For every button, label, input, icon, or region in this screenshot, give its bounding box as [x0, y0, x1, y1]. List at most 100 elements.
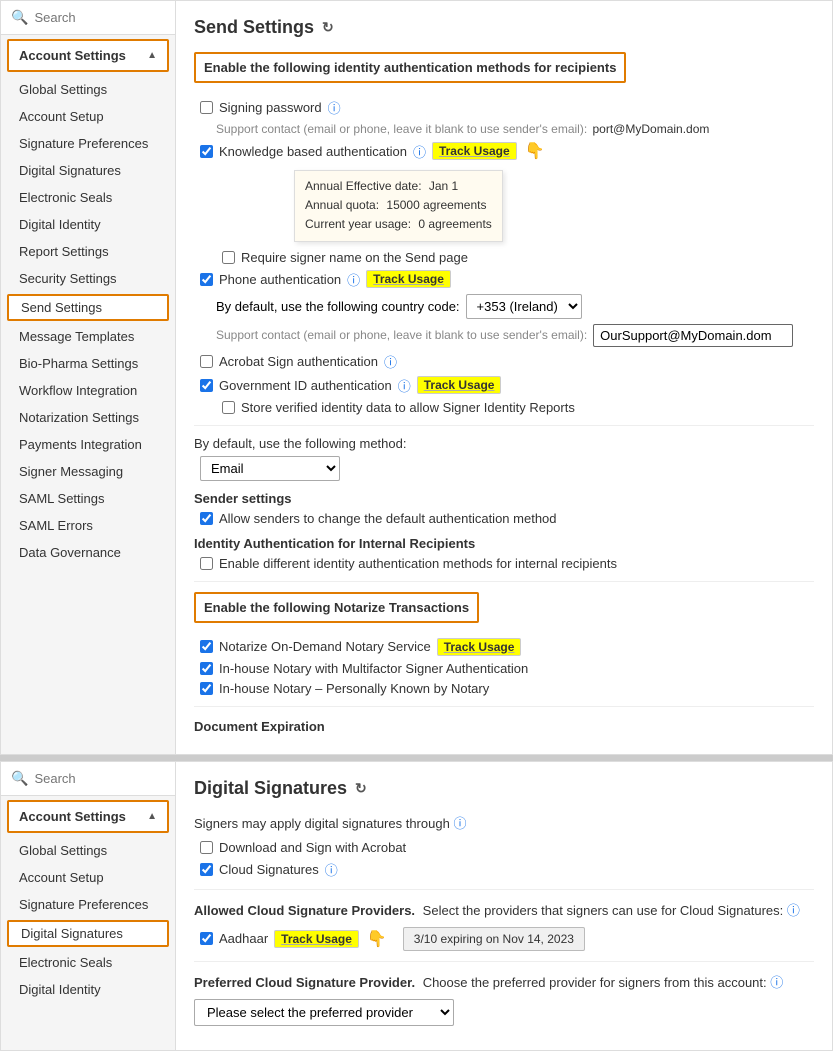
- search-bar-bottom[interactable]: 🔍: [1, 762, 175, 796]
- sidebar-item-sig-prefs-b[interactable]: Signature Preferences: [1, 891, 175, 918]
- signers-apply-help-icon[interactable]: ⓘ: [453, 816, 466, 831]
- sidebar-item-global-settings-b[interactable]: Global Settings: [1, 837, 175, 864]
- tooltip-annual-quota: Annual quota: 15000 agreements: [305, 196, 492, 215]
- sidebar-item-message-templates[interactable]: Message Templates: [1, 323, 175, 350]
- sidebar-item-bio-pharma[interactable]: Bio-Pharma Settings: [1, 350, 175, 377]
- sidebar-item-account-setup-b[interactable]: Account Setup: [1, 864, 175, 891]
- search-input-top[interactable]: [34, 10, 165, 25]
- sidebar-item-signature-preferences[interactable]: Signature Preferences: [1, 130, 175, 157]
- sidebar-item-notarization-settings[interactable]: Notarization Settings: [1, 404, 175, 431]
- inhouse-personal-label: In-house Notary – Personally Known by No…: [219, 681, 489, 696]
- search-input-bottom[interactable]: [34, 771, 165, 786]
- aadhaar-checkbox[interactable]: [200, 932, 213, 945]
- sidebar-item-global-settings[interactable]: Global Settings: [1, 76, 175, 103]
- sidebar-item-electronic-seals-b[interactable]: Electronic Seals: [1, 949, 175, 976]
- kba-checkbox[interactable]: [200, 145, 213, 158]
- acrobat-sign-checkbox[interactable]: [200, 355, 213, 368]
- signing-password-checkbox[interactable]: [200, 101, 213, 114]
- nav-group-top: Account Settings ▲ Global Settings Accou…: [1, 39, 175, 566]
- gov-id-track-usage-btn[interactable]: Track Usage: [417, 376, 502, 394]
- sidebar-item-signer-messaging[interactable]: Signer Messaging: [1, 458, 175, 485]
- sidebar-item-security-settings[interactable]: Security Settings: [1, 265, 175, 292]
- sidebar-item-payments-integration[interactable]: Payments Integration: [1, 431, 175, 458]
- sidebar-item-workflow-integration[interactable]: Workflow Integration: [1, 377, 175, 404]
- preferred-provider-bold: Preferred Cloud Signature Provider.: [194, 975, 415, 990]
- sidebar-item-send-settings[interactable]: Send Settings: [7, 294, 169, 321]
- allow-senders-label: Allow senders to change the default auth…: [219, 511, 557, 526]
- sidebar-item-saml-settings[interactable]: SAML Settings: [1, 485, 175, 512]
- cloud-sig-help-icon[interactable]: ⓘ: [325, 860, 338, 879]
- kba-tooltip: Annual Effective date: Jan 1 Annual quot…: [294, 170, 503, 242]
- sidebar-item-report-settings[interactable]: Report Settings: [1, 238, 175, 265]
- sidebar-item-electronic-seals[interactable]: Electronic Seals: [1, 184, 175, 211]
- preferred-provider-select[interactable]: Please select the preferred provider: [194, 999, 454, 1026]
- account-settings-label-bottom: Account Settings: [19, 809, 126, 824]
- chevron-up-icon-bottom: ▲: [147, 811, 157, 822]
- signers-apply-row: Signers may apply digital signatures thr…: [194, 813, 814, 832]
- inhouse-personal-checkbox[interactable]: [200, 682, 213, 695]
- refresh-icon[interactable]: ↻: [322, 19, 334, 36]
- notarize-demand-checkbox[interactable]: [200, 640, 213, 653]
- store-verified-checkbox[interactable]: [222, 401, 235, 414]
- phone-auth-checkbox[interactable]: [200, 273, 213, 286]
- allowed-providers-section: Allowed Cloud Signature Providers. Selec…: [194, 900, 814, 919]
- gov-id-help-icon[interactable]: ⓘ: [398, 376, 411, 395]
- sidebar-item-data-governance[interactable]: Data Governance: [1, 539, 175, 566]
- require-signer-row: Require signer name on the Send page: [222, 250, 814, 265]
- kba-help-icon[interactable]: ⓘ: [413, 142, 426, 161]
- account-settings-header-bottom[interactable]: Account Settings ▲: [7, 800, 169, 833]
- tooltip-annual-effective: Annual Effective date: Jan 1: [305, 177, 492, 196]
- phone-track-usage-btn[interactable]: Track Usage: [366, 270, 451, 288]
- aadhaar-track-usage-btn[interactable]: Track Usage: [274, 930, 359, 948]
- phone-auth-help-icon[interactable]: ⓘ: [347, 270, 360, 289]
- download-sign-row: Download and Sign with Acrobat: [200, 840, 814, 855]
- acrobat-sign-label: Acrobat Sign authentication: [219, 354, 378, 369]
- account-settings-header[interactable]: Account Settings ▲: [7, 39, 169, 72]
- sidebar-item-digital-sigs-b[interactable]: Digital Signatures: [7, 920, 169, 947]
- gov-id-checkbox[interactable]: [200, 379, 213, 392]
- enable-internal-checkbox[interactable]: [200, 557, 213, 570]
- sidebar-item-account-setup[interactable]: Account Setup: [1, 103, 175, 130]
- search-bar-top[interactable]: 🔍: [1, 1, 175, 35]
- inhouse-multi-checkbox[interactable]: [200, 662, 213, 675]
- sidebar-item-saml-errors[interactable]: SAML Errors: [1, 512, 175, 539]
- section-identity-auth: Enable the following identity authentica…: [194, 52, 626, 83]
- default-method-select[interactable]: Email: [200, 456, 340, 481]
- acrobat-sign-row: Acrobat Sign authentication ⓘ: [200, 352, 814, 371]
- preferred-provider-section: Preferred Cloud Signature Provider. Choo…: [194, 972, 814, 991]
- aadhaar-row: Aadhaar Track Usage 👇 3/10 expiring on N…: [200, 927, 814, 951]
- require-signer-label: Require signer name on the Send page: [241, 250, 468, 265]
- gov-id-label: Government ID authentication: [219, 378, 392, 393]
- kba-track-usage-btn[interactable]: Track Usage: [432, 142, 517, 160]
- signing-password-help-icon[interactable]: ⓘ: [328, 98, 341, 117]
- cloud-sig-row: Cloud Signatures ⓘ: [200, 860, 814, 879]
- country-code-label: By default, use the following country co…: [216, 299, 460, 314]
- allowed-providers-help-icon[interactable]: ⓘ: [787, 903, 800, 918]
- cursor-icon: 👇: [525, 141, 545, 161]
- sidebar-item-digital-identity-b[interactable]: Digital Identity: [1, 976, 175, 1003]
- country-code-select[interactable]: +353 (Ireland): [466, 294, 582, 319]
- signing-password-label: Signing password: [219, 100, 322, 115]
- require-signer-checkbox[interactable]: [222, 251, 235, 264]
- internal-recipients-heading: Identity Authentication for Internal Rec…: [194, 536, 814, 551]
- allow-senders-checkbox[interactable]: [200, 512, 213, 525]
- doc-expiration-label: Document Expiration: [194, 719, 814, 734]
- page-title-digital-signatures: Digital Signatures ↻: [194, 778, 814, 799]
- notarize-track-usage-btn[interactable]: Track Usage: [437, 638, 522, 656]
- enable-internal-label: Enable different identity authentication…: [219, 556, 617, 571]
- support-contact2-input[interactable]: [593, 324, 793, 347]
- allowed-providers-bold: Allowed Cloud Signature Providers.: [194, 903, 415, 918]
- sidebar-item-digital-signatures[interactable]: Digital Signatures: [1, 157, 175, 184]
- cloud-sig-checkbox[interactable]: [200, 863, 213, 876]
- nav-group-bottom: Account Settings ▲ Global Settings Accou…: [1, 800, 175, 1003]
- preferred-provider-help-icon[interactable]: ⓘ: [770, 975, 783, 990]
- acrobat-sign-help-icon[interactable]: ⓘ: [384, 352, 397, 371]
- account-settings-label: Account Settings: [19, 48, 126, 63]
- inhouse-personal-row: In-house Notary – Personally Known by No…: [200, 681, 814, 696]
- sidebar-item-digital-identity[interactable]: Digital Identity: [1, 211, 175, 238]
- section-notarize: Enable the following Notarize Transactio…: [194, 592, 479, 623]
- download-sign-checkbox[interactable]: [200, 841, 213, 854]
- refresh-icon-ds[interactable]: ↻: [355, 780, 367, 797]
- main-send-settings: Send Settings ↻ Enable the following ide…: [176, 1, 832, 754]
- gov-id-row: Government ID authentication ⓘ Track Usa…: [200, 376, 814, 395]
